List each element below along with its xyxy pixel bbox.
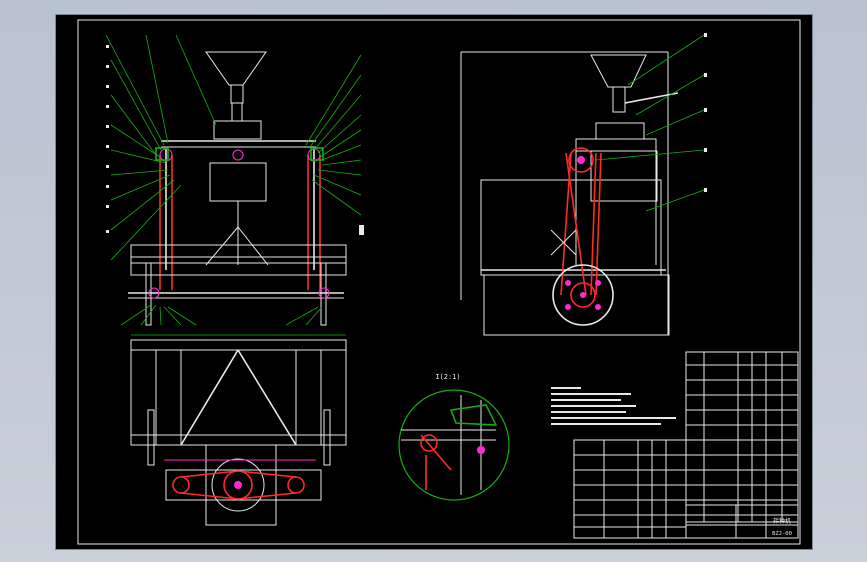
top-view [130, 334, 347, 526]
drawing-title: 拌种机 [773, 517, 791, 525]
drawing-border [77, 19, 801, 545]
technical-notes [551, 387, 676, 425]
side-view [460, 33, 707, 336]
front-view [105, 34, 364, 326]
drawing-canvas: I(2:1) 拌种机 BZJ-00 [77, 19, 801, 545]
drawing-number: BZJ-00 [772, 531, 792, 537]
detail-view: I(2:1) [398, 373, 510, 501]
cad-viewport[interactable]: I(2:1) 拌种机 BZJ-00 [55, 14, 813, 550]
detail-label: I(2:1) [435, 373, 460, 381]
